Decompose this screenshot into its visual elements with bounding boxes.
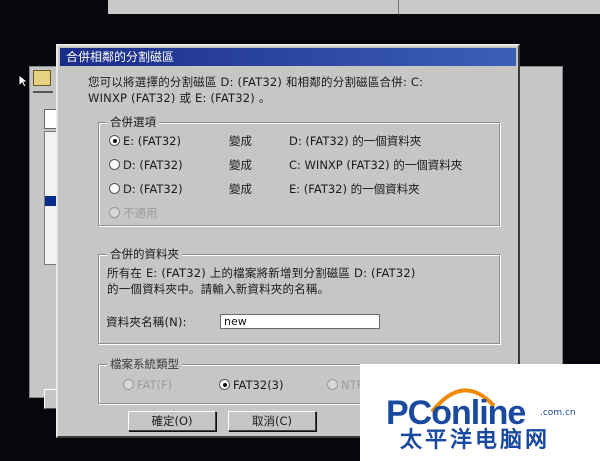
ok-button[interactable]: 確定(O) <box>128 411 216 431</box>
intro-line-2: WINXP (FAT32) 或 E: (FAT32) 。 <box>88 91 271 105</box>
intro-line-1: 您可以將選擇的分割磁區 D: (FAT32) 和相鄰的分割磁區合併: C: <box>88 75 424 89</box>
option-d-into-e[interactable]: D: (FAT32) 變成 E: (FAT32) 的一個資料夾 <box>109 181 494 197</box>
option-result: C: WINXP (FAT32) 的一個資料夾 <box>289 158 463 172</box>
option-verb: 變成 <box>229 182 252 196</box>
option-source: E: (FAT32) <box>123 134 181 148</box>
option-e-into-d[interactable]: E: (FAT32) 變成 D: (FAT32) 的一個資料夾 <box>109 133 494 149</box>
folder-name-input[interactable]: new <box>220 314 380 329</box>
option-result: E: (FAT32) 的一個資料夾 <box>289 182 420 196</box>
file-system-title: 檔案系統類型 <box>107 356 182 372</box>
merge-folder-group: 合併的資料夾 所有在 E: (FAT32) 上的檔案將新增到分割磁區 D: (F… <box>98 246 500 344</box>
folder-desc-line-2: 的一個資料夾中。請輸入新資料夾的名稱。 <box>107 282 330 296</box>
fs-option-fat32[interactable]: FAT32(3) <box>219 377 309 393</box>
radio-button[interactable] <box>109 159 120 170</box>
watermark-domain: .com.cn <box>540 408 576 418</box>
title-bar[interactable]: 合併相鄰的分割磁區 <box>60 48 516 66</box>
pconline-watermark: PConline .com.cn 太平洋电脑网 <box>360 364 600 461</box>
option-source: D: (FAT32) <box>123 182 183 196</box>
radio-button <box>109 207 120 218</box>
option-verb: 變成 <box>229 158 252 172</box>
merge-options-title: 合併選項 <box>107 114 159 130</box>
app-icon <box>33 70 51 86</box>
option-label: 不適用 <box>123 206 158 220</box>
dialog-title: 合併相鄰的分割磁區 <box>66 50 175 64</box>
merge-folder-title: 合併的資料夾 <box>107 246 182 262</box>
radio-button[interactable] <box>109 183 120 194</box>
fs-fat-label: FAT(F) <box>137 378 173 392</box>
folder-desc-line-1: 所有在 E: (FAT32) 上的檔案將新增到分割磁區 D: (FAT32) <box>107 266 416 280</box>
radio-button <box>327 379 338 390</box>
radio-button <box>123 379 134 390</box>
menu-fragment <box>33 91 53 93</box>
option-source: D: (FAT32) <box>123 158 183 172</box>
fs-fat32-label: FAT32(3) <box>233 378 284 392</box>
watermark-chinese: 太平洋电脑网 <box>400 428 551 453</box>
fs-option-fat: FAT(F) <box>123 377 213 393</box>
option-not-applicable: 不適用 <box>109 205 494 221</box>
merge-options-group: 合併選項 E: (FAT32) 變成 D: (FAT32) 的一個資料夾 D: … <box>98 114 500 226</box>
folder-name-label: 資料夾名稱(N): <box>106 315 187 329</box>
radio-button[interactable] <box>219 379 230 390</box>
radio-button[interactable] <box>109 135 120 146</box>
top-window-strip <box>108 0 600 14</box>
option-result: D: (FAT32) 的一個資料夾 <box>289 134 422 148</box>
cancel-button[interactable]: 取消(C) <box>228 411 316 431</box>
divider <box>398 0 399 14</box>
option-verb: 變成 <box>229 134 252 148</box>
option-d-into-c[interactable]: D: (FAT32) 變成 C: WINXP (FAT32) 的一個資料夾 <box>109 157 494 173</box>
